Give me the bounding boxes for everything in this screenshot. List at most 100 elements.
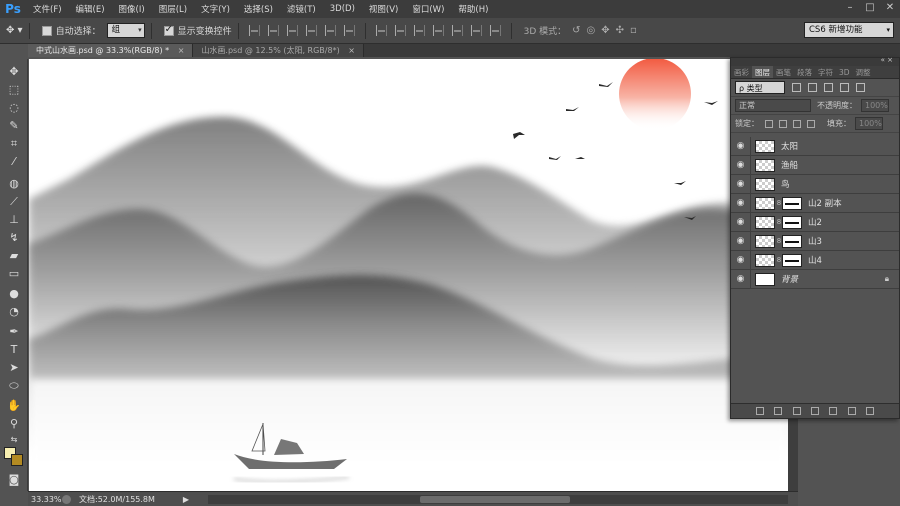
align-hcenter-icon[interactable] bbox=[324, 25, 336, 36]
visibility-eye-icon[interactable]: ◉ bbox=[731, 231, 751, 251]
layer-row[interactable]: ◉ 背景 🔒︎ bbox=[731, 269, 899, 289]
photoshop-logo[interactable]: Ps bbox=[0, 0, 26, 18]
layer-mask-thumbnail[interactable] bbox=[782, 215, 802, 229]
crop-tool-icon[interactable]: ⌗ bbox=[7, 137, 21, 151]
eraser-tool-icon[interactable]: ▰ bbox=[7, 249, 21, 263]
layer-row[interactable]: ◉ 太阳 bbox=[731, 136, 899, 156]
distribute-left-icon[interactable] bbox=[432, 25, 444, 36]
lock-transparent-icon[interactable] bbox=[765, 119, 773, 128]
close-icon[interactable]: ✕ bbox=[884, 1, 896, 15]
layer-kind-filter[interactable]: ρ 类型 bbox=[735, 81, 785, 94]
quick-select-tool-icon[interactable]: ✎ bbox=[7, 119, 21, 133]
opacity-field[interactable]: 100% bbox=[861, 99, 889, 112]
document-canvas[interactable] bbox=[29, 59, 788, 491]
visibility-eye-icon[interactable]: ◉ bbox=[731, 193, 751, 213]
workspace-dropdown[interactable]: CS6 新增功能 ▾ bbox=[804, 22, 894, 38]
pixel-filter-icon[interactable] bbox=[792, 83, 801, 92]
blur-tool-icon[interactable]: ● bbox=[7, 287, 21, 301]
layer-style-icon[interactable] bbox=[774, 407, 783, 415]
ellipse-tool-icon[interactable]: ⬭ bbox=[7, 379, 21, 393]
lock-image-icon[interactable] bbox=[779, 119, 787, 128]
move-tool-icon[interactable]: ✥ bbox=[7, 65, 21, 79]
distribute-vcenter-icon[interactable] bbox=[394, 25, 406, 36]
zoom-level[interactable]: 33.33% bbox=[28, 495, 62, 504]
type-filter-icon[interactable] bbox=[824, 83, 833, 92]
layer-row[interactable]: ◉ 渔船 bbox=[731, 155, 899, 175]
layer-mask-thumbnail[interactable] bbox=[782, 253, 802, 267]
tab-document-2[interactable]: 山水画.psd @ 12.5% (太阳, RGB/8*) × bbox=[193, 44, 364, 57]
align-bottom-icon[interactable] bbox=[286, 25, 298, 36]
3d-roll-icon[interactable]: ◎ bbox=[587, 25, 596, 36]
menu-file[interactable]: 文件(F) bbox=[26, 3, 69, 15]
shape-filter-icon[interactable] bbox=[840, 83, 849, 92]
delete-layer-icon[interactable] bbox=[865, 407, 874, 415]
tab-document-1[interactable]: 中式山水画.psd @ 33.3%(RGB/8) * × bbox=[28, 44, 194, 57]
visibility-eye-icon[interactable]: ◉ bbox=[731, 136, 751, 156]
distribute-right-icon[interactable] bbox=[470, 25, 482, 36]
auto-align-icon[interactable] bbox=[489, 25, 501, 36]
menu-type[interactable]: 文字(Y) bbox=[194, 3, 237, 15]
menu-filter[interactable]: 滤镜(T) bbox=[280, 3, 323, 15]
show-transform-checkbox[interactable]: 显示变换控件 bbox=[163, 24, 232, 37]
panel-title-bar[interactable]: « × bbox=[731, 56, 899, 66]
distribute-top-icon[interactable] bbox=[375, 25, 387, 36]
layer-row[interactable]: ◉ 8 山2 副本 bbox=[731, 193, 899, 213]
3d-pan-icon[interactable]: ✥ bbox=[601, 25, 609, 36]
hand-tool-icon[interactable]: ✋ bbox=[7, 399, 21, 413]
adjustment-layer-icon[interactable] bbox=[810, 407, 819, 415]
quick-mask-icon[interactable]: ◙ bbox=[7, 473, 21, 487]
marquee-tool-icon[interactable]: ⬚ bbox=[7, 83, 21, 97]
layer-mask-thumbnail[interactable] bbox=[782, 234, 802, 248]
link-layers-icon[interactable] bbox=[756, 407, 765, 415]
smart-object-filter-icon[interactable] bbox=[856, 83, 865, 92]
align-vcenter-icon[interactable] bbox=[267, 25, 279, 36]
blend-mode-dropdown[interactable]: 正常 bbox=[735, 99, 811, 112]
history-brush-tool-icon[interactable]: ↯ bbox=[7, 231, 21, 245]
brush-tool-icon[interactable]: ⟋ bbox=[7, 195, 21, 209]
minimize-icon[interactable]: – bbox=[844, 1, 856, 15]
tab-adjustments[interactable]: 调整 bbox=[853, 66, 874, 78]
tab-layers[interactable]: 图层 bbox=[752, 66, 773, 78]
layer-mask-thumbnail[interactable] bbox=[782, 196, 802, 210]
align-left-icon[interactable] bbox=[305, 25, 317, 36]
menu-layer[interactable]: 图层(L) bbox=[152, 3, 194, 15]
dodge-tool-icon[interactable]: ◔ bbox=[7, 305, 21, 319]
close-tab-icon[interactable]: × bbox=[348, 46, 355, 55]
collapse-icon[interactable]: « × bbox=[881, 56, 893, 64]
align-right-icon[interactable] bbox=[343, 25, 355, 36]
new-layer-icon[interactable] bbox=[847, 407, 856, 415]
tab-brush[interactable]: 画笔 bbox=[773, 66, 794, 78]
gradient-tool-icon[interactable]: ▭ bbox=[7, 267, 21, 281]
menu-view[interactable]: 视图(V) bbox=[362, 3, 405, 15]
adjustment-filter-icon[interactable] bbox=[808, 83, 817, 92]
tab-character[interactable]: 字符 bbox=[815, 66, 836, 78]
swap-colors-icon[interactable]: ⇆ bbox=[7, 433, 21, 447]
eyedropper-tool-icon[interactable]: ⁄ bbox=[7, 155, 21, 169]
menu-window[interactable]: 窗口(W) bbox=[405, 3, 451, 15]
background-color-swatch[interactable] bbox=[11, 454, 23, 466]
path-selection-tool-icon[interactable]: ➤ bbox=[7, 361, 21, 375]
distribute-bottom-icon[interactable] bbox=[413, 25, 425, 36]
pen-tool-icon[interactable]: ✒ bbox=[7, 325, 21, 339]
menu-3d[interactable]: 3D(D) bbox=[323, 4, 362, 14]
maximize-icon[interactable]: □ bbox=[864, 1, 876, 15]
menu-image[interactable]: 图像(I) bbox=[112, 3, 152, 15]
healing-brush-tool-icon[interactable]: ◍ bbox=[7, 177, 21, 191]
3d-rotate-icon[interactable]: ↺ bbox=[572, 25, 580, 36]
close-tab-icon[interactable]: × bbox=[178, 46, 185, 55]
3d-scale-icon[interactable]: ▫ bbox=[630, 25, 637, 36]
visibility-eye-icon[interactable]: ◉ bbox=[731, 269, 751, 289]
add-mask-icon[interactable] bbox=[792, 407, 801, 415]
status-info-icon[interactable] bbox=[62, 494, 71, 504]
auto-select-checkbox[interactable]: 自动选择： bbox=[41, 24, 101, 37]
visibility-eye-icon[interactable]: ◉ bbox=[731, 155, 751, 175]
new-group-icon[interactable] bbox=[829, 407, 838, 415]
layer-row[interactable]: ◉ 8 山4 bbox=[731, 250, 899, 270]
move-tool-preset-icon[interactable]: ✥ ▾ bbox=[6, 25, 23, 36]
fill-field[interactable]: 100% bbox=[855, 117, 883, 130]
lasso-tool-icon[interactable]: ◌ bbox=[7, 101, 21, 115]
lock-all-icon[interactable] bbox=[807, 119, 815, 128]
clone-stamp-tool-icon[interactable]: ⊥ bbox=[7, 213, 21, 227]
layer-row[interactable]: ◉ 8 山3 bbox=[731, 231, 899, 251]
visibility-eye-icon[interactable]: ◉ bbox=[731, 174, 751, 194]
